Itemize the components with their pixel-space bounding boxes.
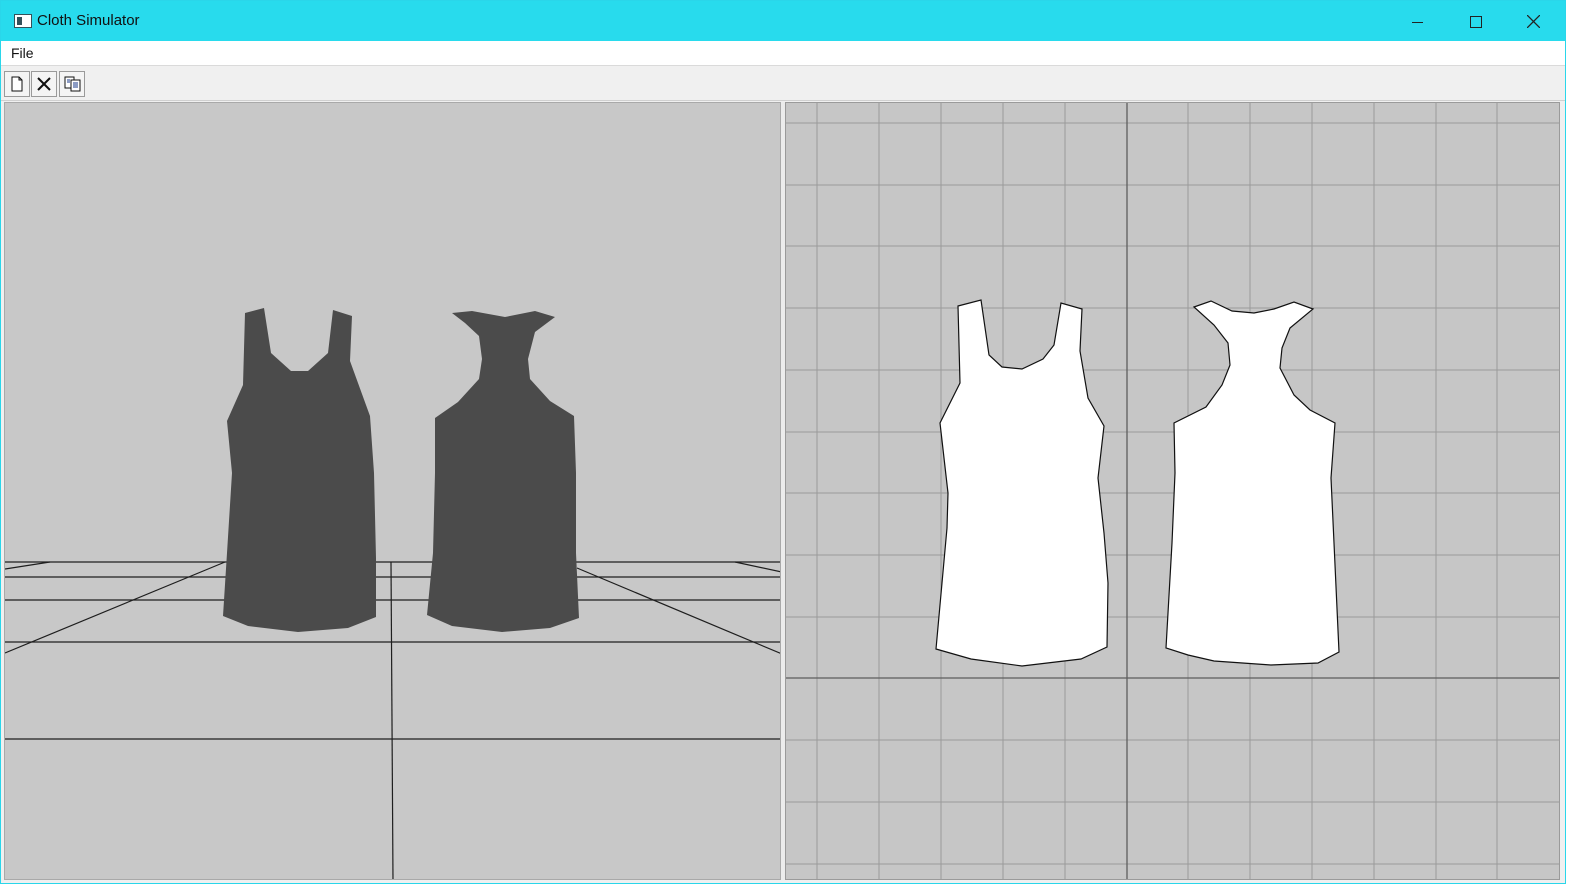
app-window-icon	[14, 14, 32, 28]
app-window: Cloth Simulator File	[0, 0, 1566, 884]
delete-x-icon	[37, 77, 51, 91]
menu-file[interactable]: File	[11, 45, 34, 61]
window-title: Cloth Simulator	[37, 12, 140, 29]
floor-grid	[5, 561, 780, 879]
menu-bar: File	[1, 41, 1565, 66]
new-document-icon	[11, 76, 23, 92]
3d-view[interactable]	[4, 102, 781, 880]
minimize-button[interactable]	[1389, 1, 1447, 41]
tank-top-back-pattern[interactable]	[1165, 300, 1340, 666]
close-icon	[1527, 15, 1540, 28]
tank-top-front-pattern[interactable]	[935, 299, 1109, 667]
copy-icon	[64, 76, 81, 92]
maximize-button[interactable]	[1447, 1, 1505, 41]
close-button[interactable]	[1505, 1, 1563, 41]
pattern-grid	[786, 103, 1559, 879]
title-bar[interactable]: Cloth Simulator	[1, 1, 1565, 41]
toolbar	[1, 66, 1565, 101]
pattern-axes	[786, 103, 1559, 879]
new-button[interactable]	[4, 71, 30, 97]
delete-button[interactable]	[31, 71, 57, 97]
tank-top-back-3d[interactable]	[427, 311, 579, 632]
2d-pattern-view[interactable]	[785, 102, 1560, 880]
copy-button[interactable]	[59, 71, 85, 97]
tank-top-front-3d[interactable]	[223, 308, 376, 632]
